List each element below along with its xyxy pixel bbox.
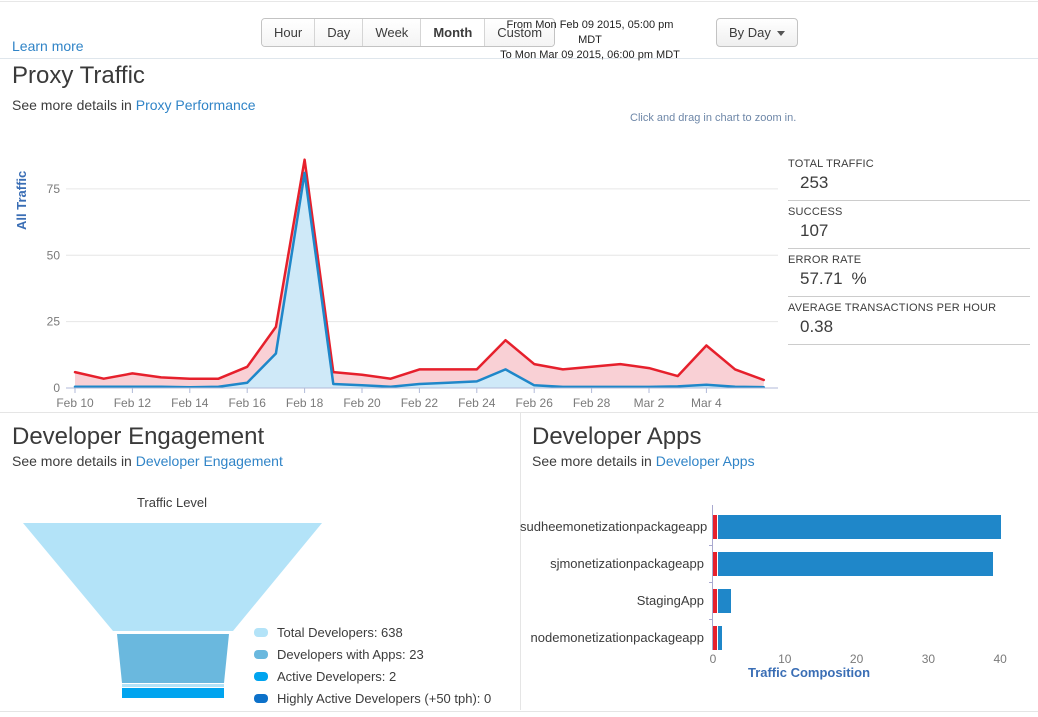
- date-from: From Mon Feb 09 2015, 05:00 pm MDT: [500, 18, 680, 48]
- bar-segment-traffic: [718, 552, 994, 576]
- proxy-performance-link[interactable]: Proxy Performance: [136, 97, 256, 113]
- stat-total-traffic: TOTAL TRAFFIC 253: [788, 153, 1030, 201]
- range-button-month[interactable]: Month: [420, 19, 484, 46]
- app-bar-row: sudheemonetizationpackageapp: [520, 508, 1038, 545]
- legend-swatch-icon: [254, 650, 268, 659]
- stat-average-transactions-per-hour: AVERAGE TRANSACTIONS PER HOUR 0.38: [788, 297, 1030, 345]
- developer-apps-chart[interactable]: sudheemonetizationpackageapp sjmonetizati…: [520, 505, 1038, 680]
- developer-apps-title: Developer Apps: [532, 423, 701, 451]
- svg-text:Feb 10: Feb 10: [56, 396, 94, 410]
- stat-label: AVERAGE TRANSACTIONS PER HOUR: [788, 302, 1030, 314]
- apps-x-axis-title: Traffic Composition: [520, 665, 978, 680]
- traffic-stats-panel: TOTAL TRAFFIC 253 SUCCESS 107 ERROR RATE 57.7…: [788, 153, 1030, 345]
- svg-text:Feb 16: Feb 16: [229, 396, 267, 410]
- legend-swatch-icon: [254, 672, 268, 681]
- stat-error-rate: ERROR RATE 57.71%: [788, 249, 1030, 297]
- stacked-bar: [713, 589, 731, 613]
- stat-value: 253: [788, 173, 1030, 193]
- svg-text:0: 0: [53, 381, 60, 395]
- legend-label: Developers with Apps: 23: [277, 647, 424, 662]
- svg-text:Mar 2: Mar 2: [634, 396, 665, 410]
- developer-engagement-subtitle: See more details in Developer Engagement: [12, 453, 283, 469]
- subtitle-prefix: See more details in: [12, 453, 132, 469]
- subtitle-prefix: See more details in: [12, 97, 132, 113]
- x-tick-label: 30: [922, 652, 935, 666]
- svg-text:Feb 12: Feb 12: [114, 396, 152, 410]
- stat-success: SUCCESS 107: [788, 201, 1030, 249]
- app-bar-row: nodemonetizationpackageapp: [520, 619, 1038, 656]
- svg-text:75: 75: [47, 182, 61, 196]
- svg-text:Mar 4: Mar 4: [691, 396, 722, 410]
- svg-text:Feb 28: Feb 28: [573, 396, 611, 410]
- x-tick-label: 40: [994, 652, 1007, 666]
- stat-label: ERROR RATE: [788, 254, 1030, 266]
- legend-label: Highly Active Developers (+50 tph): 0: [277, 691, 491, 706]
- app-category-label: StagingApp: [520, 593, 713, 608]
- stat-value: 0.38: [788, 317, 1030, 337]
- proxy-traffic-title: Proxy Traffic: [12, 62, 145, 90]
- legend-label: Total Developers: 638: [277, 625, 403, 640]
- app-bar-row: StagingApp: [520, 582, 1038, 619]
- stacked-bar: [713, 626, 722, 650]
- bar-segment-traffic: [718, 589, 731, 613]
- svg-text:Feb 22: Feb 22: [401, 396, 439, 410]
- developer-engagement-link[interactable]: Developer Engagement: [136, 453, 283, 469]
- app-bar-row: sjmonetizationpackageapp: [520, 545, 1038, 582]
- stat-value: 57.71%: [788, 269, 1030, 289]
- svg-text:Feb 20: Feb 20: [343, 396, 381, 410]
- date-to: To Mon Mar 09 2015, 06:00 pm MDT: [500, 48, 680, 63]
- subtitle-prefix: See more details in: [532, 453, 652, 469]
- x-tick-label: 20: [850, 652, 863, 666]
- legend-swatch-icon: [254, 628, 268, 637]
- svg-text:Feb 24: Feb 24: [458, 396, 496, 410]
- svg-text:Feb 14: Feb 14: [171, 396, 209, 410]
- bar-segment-errors: [713, 589, 717, 613]
- app-category-label: nodemonetizationpackageapp: [520, 630, 713, 645]
- stat-label: SUCCESS: [788, 206, 1030, 218]
- bar-segment-errors: [713, 552, 717, 576]
- date-range-text: From Mon Feb 09 2015, 05:00 pm MDT To Mo…: [500, 18, 680, 63]
- svg-text:Feb 26: Feb 26: [516, 396, 554, 410]
- range-button-week[interactable]: Week: [362, 19, 420, 46]
- range-button-day[interactable]: Day: [314, 19, 362, 46]
- svg-text:25: 25: [47, 315, 61, 329]
- funnel-title: Traffic Level: [96, 495, 248, 510]
- legend-swatch-icon: [254, 694, 268, 703]
- chart-zoom-hint: Click and drag in chart to zoom in.: [630, 112, 796, 124]
- legend-item: Total Developers: 638: [254, 621, 491, 643]
- x-tick-label: 10: [778, 652, 791, 666]
- app-category-label: sudheemonetizationpackageapp: [520, 519, 713, 534]
- chevron-down-icon: [777, 31, 785, 36]
- funnel-legend: Total Developers: 638 Developers with App…: [254, 621, 491, 709]
- granularity-label: By Day: [729, 25, 771, 40]
- bar-segment-errors: [713, 626, 717, 650]
- learn-more-link[interactable]: Learn more: [12, 38, 84, 54]
- proxy-traffic-subtitle: See more details in Proxy Performance: [12, 97, 256, 113]
- legend-label: Active Developers: 2: [277, 669, 396, 684]
- developer-apps-subtitle: See more details in Developer Apps: [532, 453, 755, 469]
- stat-value: 107: [788, 221, 1030, 241]
- stat-label: TOTAL TRAFFIC: [788, 158, 1030, 170]
- app-category-label: sjmonetizationpackageapp: [520, 556, 713, 571]
- x-tick-label: 0: [710, 652, 717, 666]
- legend-item: Active Developers: 2: [254, 665, 491, 687]
- analytics-dashboard: Learn more HourDayWeekMonthCustom From M…: [0, 0, 1038, 717]
- developer-engagement-title: Developer Engagement: [12, 423, 264, 451]
- svg-text:50: 50: [47, 248, 61, 262]
- developer-apps-link[interactable]: Developer Apps: [656, 453, 755, 469]
- stacked-bar: [713, 552, 993, 576]
- bar-segment-errors: [713, 515, 717, 539]
- proxy-traffic-chart[interactable]: Feb 10 Feb 12 Feb 14 Feb 16 Feb 18 Feb 20 Feb …: [0, 138, 790, 418]
- bar-segment-traffic: [718, 626, 722, 650]
- granularity-dropdown[interactable]: By Day: [716, 18, 798, 47]
- svg-text:Feb 18: Feb 18: [286, 396, 324, 410]
- bar-segment-traffic: [718, 515, 1002, 539]
- legend-item: Developers with Apps: 23: [254, 643, 491, 665]
- header-bar: Learn more HourDayWeekMonthCustom From M…: [0, 1, 1038, 59]
- range-button-hour[interactable]: Hour: [262, 19, 314, 46]
- legend-item: Highly Active Developers (+50 tph): 0: [254, 687, 491, 709]
- apps-bar-rows: sudheemonetizationpackageapp sjmonetizati…: [520, 508, 1038, 656]
- stacked-bar: [713, 515, 1001, 539]
